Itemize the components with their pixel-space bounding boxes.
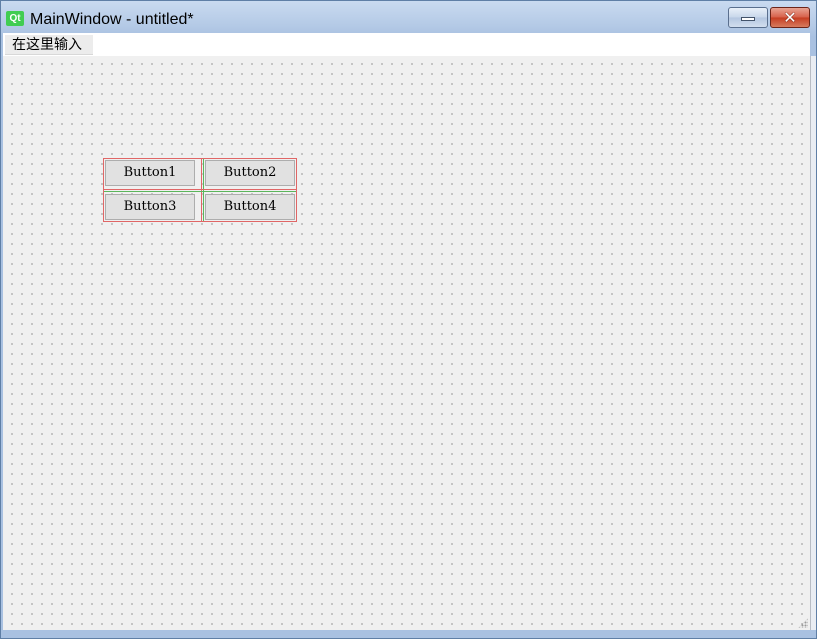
layout-guide-vertical [203, 159, 204, 221]
button-3[interactable]: Button3 [105, 194, 195, 220]
minimize-icon [741, 17, 755, 21]
form-canvas[interactable] [3, 56, 810, 630]
close-icon: ✕ [783, 7, 797, 27]
close-button[interactable]: ✕ [770, 7, 810, 28]
button-4[interactable]: Button4 [205, 194, 295, 220]
layout-guide-horizontal [104, 191, 296, 192]
button-1[interactable]: Button1 [105, 160, 195, 186]
layout-divider-horizontal [104, 189, 296, 190]
layout-divider-vertical [201, 159, 202, 221]
window-right-edge [810, 56, 816, 630]
minimize-button[interactable] [728, 7, 768, 28]
main-window: Qt MainWindow - untitled* ✕ 在这里输入 Button… [0, 0, 817, 639]
menu-bar: 在这里输入 [3, 33, 810, 56]
window-title: MainWindow - untitled* [30, 11, 194, 28]
title-bar[interactable]: Qt MainWindow - untitled* ✕ [1, 1, 816, 33]
grid-layout[interactable]: Button1 Button2 Button3 Button4 [103, 158, 297, 222]
button-2[interactable]: Button2 [205, 160, 295, 186]
menu-item-type-here[interactable]: 在这里输入 [5, 35, 93, 55]
qt-logo-icon: Qt [6, 11, 24, 26]
